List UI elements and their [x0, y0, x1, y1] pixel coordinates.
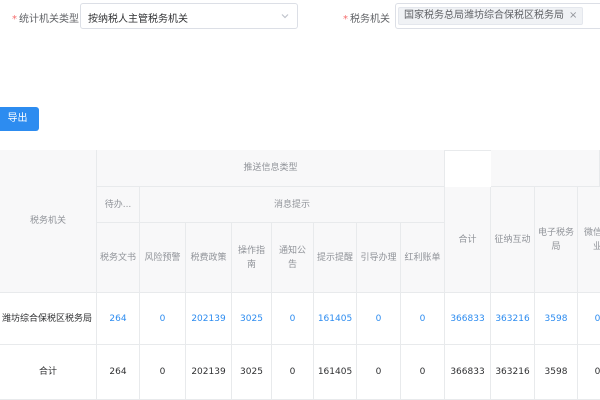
tax-office-select[interactable]: 国家税务总局潍坊综合保税区税务局 × — [395, 3, 600, 29]
total-cell: 202139 — [186, 345, 232, 400]
total-cell: 0 — [272, 345, 314, 400]
tag-close-icon[interactable]: × — [569, 10, 577, 21]
value-link[interactable]: 202139 — [186, 293, 232, 345]
value-link[interactable]: 0 — [140, 293, 186, 345]
value-link[interactable]: 3598 — [535, 293, 578, 345]
col-header-7: 红利账单 — [401, 223, 445, 293]
group-header-pending: 待办... — [97, 187, 140, 223]
agency-name: 潍坊综合保税区税务局 — [0, 293, 97, 345]
stat-type-select[interactable]: 按纳税人主管税务机关 — [80, 3, 298, 29]
col-header-10: 电子税务局 — [535, 187, 578, 293]
stat-type-label: * 统计机关类型 — [12, 14, 79, 25]
total-cell: 0 — [401, 345, 445, 400]
total-cell: 0 — [578, 345, 600, 400]
col-header-4: 通知公告 — [272, 223, 314, 293]
col-header-3: 操作指南 — [232, 223, 272, 293]
total-cell: 161405 — [314, 345, 357, 400]
col-header-6: 引导办理 — [357, 223, 401, 293]
value-link[interactable]: 0 — [401, 293, 445, 345]
value-link[interactable]: 264 — [97, 293, 140, 345]
chevron-down-icon — [281, 14, 289, 19]
total-cell: 0 — [357, 345, 401, 400]
export-button[interactable]: 导出 — [0, 107, 39, 131]
col-header-agency: 税务机关 — [0, 150, 97, 293]
total-cell: 366833 — [445, 345, 491, 400]
group-header-message: 消息提示 — [140, 187, 445, 223]
total-cell: 3598 — [535, 345, 578, 400]
tax-office-label: * 税务机关 — [343, 14, 390, 25]
col-header-11: 微信企业 — [578, 187, 600, 293]
total-cell: 3025 — [232, 345, 272, 400]
statistics-table: 税务机关 推送信息类型 合计 待办... 消息提示 税务文书 风险预警 税费政策 操作… — [0, 150, 600, 400]
group-header-push-type: 推送信息类型 — [97, 150, 445, 187]
value-link[interactable]: 3025 — [232, 293, 272, 345]
tax-office-tag: 国家税务总局潍坊综合保税区税务局 × — [398, 7, 584, 25]
col-header-0: 税务文书 — [97, 223, 140, 293]
total-row-label: 合计 — [0, 345, 97, 400]
col-header-total: 合计 — [445, 187, 491, 293]
value-link[interactable]: 366833 — [445, 293, 491, 345]
tax-office-tag-label: 国家税务总局潍坊综合保税区税务局 — [404, 10, 564, 21]
col-header-2: 税费政策 — [186, 223, 232, 293]
value-link[interactable]: 0 — [272, 293, 314, 345]
total-cell: 264 — [97, 345, 140, 400]
col-header-9: 征纳互动 — [491, 187, 535, 293]
col-header-5: 提示提醒 — [314, 223, 357, 293]
total-cell: 363216 — [491, 345, 535, 400]
value-link[interactable]: 161405 — [314, 293, 357, 345]
value-link[interactable]: 363216 — [491, 293, 535, 345]
total-cell: 0 — [140, 345, 186, 400]
col-header-1: 风险预警 — [140, 223, 186, 293]
value-link[interactable]: 0 — [357, 293, 401, 345]
value-link[interactable]: 0 — [578, 293, 600, 345]
group-header-right — [491, 150, 600, 187]
stat-type-value: 按纳税人主管税务机关 — [88, 14, 188, 25]
